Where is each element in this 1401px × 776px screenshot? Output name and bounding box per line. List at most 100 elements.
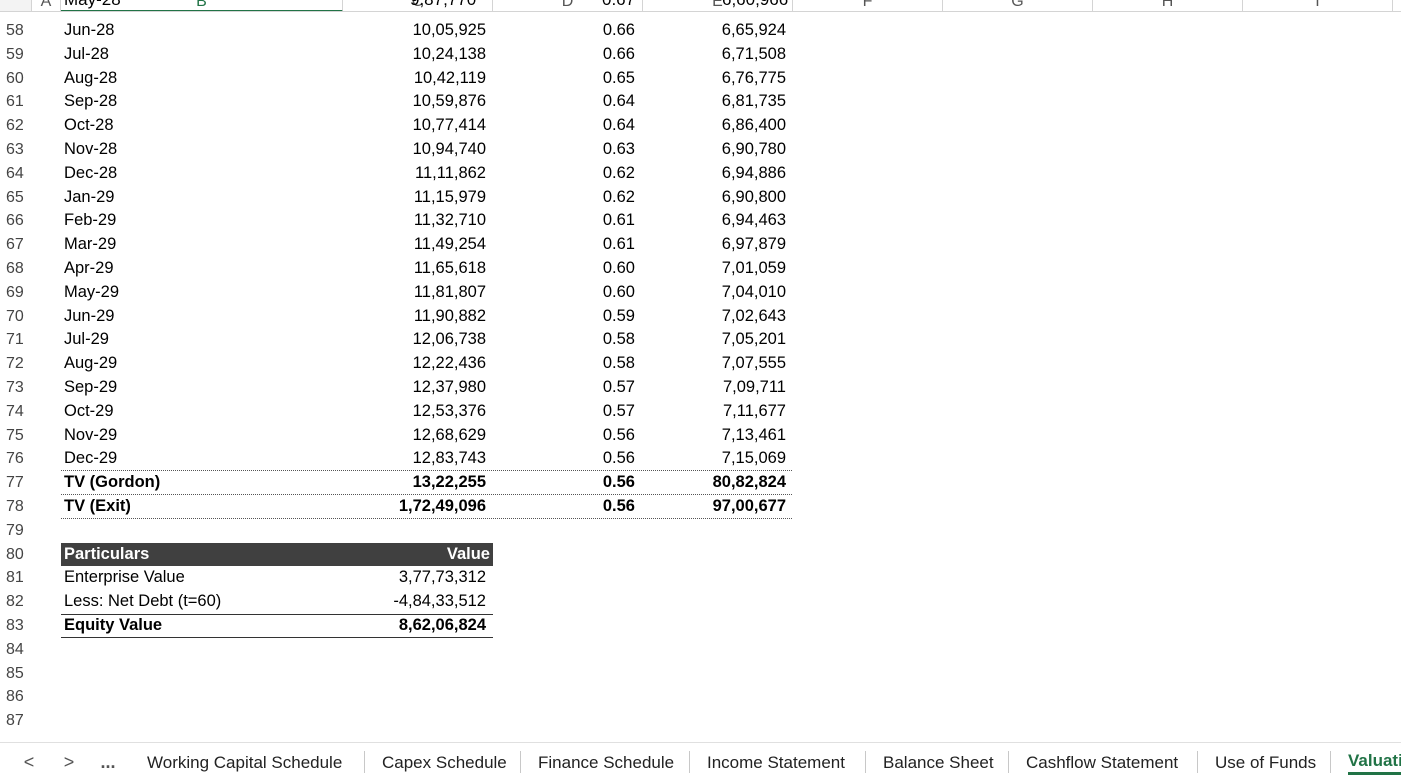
cell-e[interactable]: 7,02,643 bbox=[643, 305, 786, 329]
row-number[interactable]: 79 bbox=[0, 519, 32, 543]
row-number[interactable]: 69 bbox=[0, 281, 32, 305]
row-number[interactable]: 72 bbox=[0, 352, 32, 376]
row-number[interactable]: 74 bbox=[0, 400, 32, 424]
cell-b[interactable]: Dec-29 bbox=[64, 447, 344, 471]
cell-d[interactable]: 0.57 bbox=[493, 400, 635, 424]
cell-b[interactable]: Jun-28 bbox=[64, 19, 344, 43]
cell-d[interactable]: 0.64 bbox=[493, 114, 635, 138]
row-number[interactable]: 77 bbox=[0, 471, 32, 495]
row-number[interactable]: 59 bbox=[0, 43, 32, 67]
next-sheet-button[interactable]: > bbox=[58, 751, 80, 773]
row-number[interactable]: 86 bbox=[0, 685, 32, 709]
cell-e[interactable]: 6,90,800 bbox=[643, 186, 786, 210]
cell-b[interactable]: Oct-28 bbox=[64, 114, 344, 138]
cell-c[interactable]: 12,37,980 bbox=[344, 376, 486, 400]
cell-c[interactable]: 11,49,254 bbox=[344, 233, 486, 257]
summary-value[interactable]: 3,77,73,312 bbox=[344, 566, 486, 590]
cell-b[interactable]: Sep-29 bbox=[64, 376, 344, 400]
cell-d[interactable]: 0.64 bbox=[493, 90, 635, 114]
cell-e[interactable]: 6,97,879 bbox=[643, 233, 786, 257]
cell-d[interactable]: 0.62 bbox=[493, 186, 635, 210]
row-number[interactable]: 85 bbox=[0, 662, 32, 686]
row-number[interactable]: 65 bbox=[0, 186, 32, 210]
cell-e[interactable]: 6,94,886 bbox=[643, 162, 786, 186]
cell-c[interactable]: 10,94,740 bbox=[344, 138, 486, 162]
cell-d[interactable]: 0.60 bbox=[493, 281, 635, 305]
cell-e[interactable]: 7,07,555 bbox=[643, 352, 786, 376]
partial-cell-b[interactable]: May-28 bbox=[64, 0, 121, 10]
partial-cell-d[interactable]: 0.67 bbox=[602, 0, 635, 10]
cell-b[interactable]: Dec-28 bbox=[64, 162, 344, 186]
cell-b[interactable]: Jul-28 bbox=[64, 43, 344, 67]
cell-e[interactable]: 7,15,069 bbox=[643, 447, 786, 471]
prev-sheet-button[interactable]: < bbox=[18, 751, 40, 773]
cell-c[interactable]: 10,05,925 bbox=[344, 19, 486, 43]
cell-b[interactable]: Jul-29 bbox=[64, 328, 344, 352]
cell-e[interactable]: 6,90,780 bbox=[643, 138, 786, 162]
partial-cell-e[interactable]: 6,60,966 bbox=[722, 0, 788, 10]
cell-e[interactable]: 6,86,400 bbox=[643, 114, 786, 138]
cell-e[interactable]: 7,13,461 bbox=[643, 424, 786, 448]
cell-e[interactable]: 80,82,824 bbox=[643, 471, 786, 495]
cell-b[interactable]: Oct-29 bbox=[64, 400, 344, 424]
cell-c[interactable]: 11,65,618 bbox=[344, 257, 486, 281]
cell-e[interactable]: 6,65,924 bbox=[643, 19, 786, 43]
sheet-tab[interactable]: Balance Sheet bbox=[883, 743, 994, 776]
row-number[interactable]: 71 bbox=[0, 328, 32, 352]
row-number[interactable]: 81 bbox=[0, 566, 32, 590]
cell-b[interactable]: Feb-29 bbox=[64, 209, 344, 233]
cell-e[interactable]: 7,04,010 bbox=[643, 281, 786, 305]
cell-d[interactable]: 0.58 bbox=[493, 352, 635, 376]
cell-e[interactable]: 6,81,735 bbox=[643, 90, 786, 114]
row-number[interactable]: 82 bbox=[0, 590, 32, 614]
cell-b[interactable]: Nov-29 bbox=[64, 424, 344, 448]
row-number[interactable]: 80 bbox=[0, 543, 32, 567]
column-header-i[interactable]: I bbox=[1243, 0, 1393, 11]
cell-d[interactable]: 0.58 bbox=[493, 328, 635, 352]
cell-c[interactable]: 12,53,376 bbox=[344, 400, 486, 424]
cell-c[interactable]: 12,83,743 bbox=[344, 447, 486, 471]
cell-e[interactable]: 6,71,508 bbox=[643, 43, 786, 67]
row-number[interactable]: 67 bbox=[0, 233, 32, 257]
row-number[interactable]: 62 bbox=[0, 114, 32, 138]
cell-c[interactable]: 12,06,738 bbox=[344, 328, 486, 352]
column-header-g[interactable]: G bbox=[943, 0, 1093, 11]
cell-b[interactable]: Jan-29 bbox=[64, 186, 344, 210]
cell-d[interactable]: 0.56 bbox=[493, 495, 635, 519]
cell-c[interactable]: 10,24,138 bbox=[344, 43, 486, 67]
cell-e[interactable]: 7,09,711 bbox=[643, 376, 786, 400]
cell-c[interactable]: 11,11,862 bbox=[344, 162, 486, 186]
row-number[interactable]: 83 bbox=[0, 614, 32, 638]
row-number[interactable]: 78 bbox=[0, 495, 32, 519]
row-number[interactable]: 68 bbox=[0, 257, 32, 281]
cell-c[interactable]: 13,22,255 bbox=[344, 471, 486, 495]
cell-b[interactable]: Mar-29 bbox=[64, 233, 344, 257]
cell-b[interactable]: Jun-29 bbox=[64, 305, 344, 329]
cell-d[interactable]: 0.59 bbox=[493, 305, 635, 329]
partial-cell-c[interactable]: 9,87,770 bbox=[410, 0, 476, 10]
summary-header-value[interactable]: Value bbox=[447, 543, 490, 567]
cell-b[interactable]: TV (Exit) bbox=[64, 495, 344, 519]
sheet-tab[interactable]: Income Statement bbox=[707, 743, 849, 776]
cell-e[interactable]: 7,05,201 bbox=[643, 328, 786, 352]
cell-c[interactable]: 11,90,882 bbox=[344, 305, 486, 329]
sheet-tab[interactable]: Cashflow Statement bbox=[1026, 743, 1181, 776]
row-number[interactable]: 60 bbox=[0, 67, 32, 91]
cell-b[interactable]: Apr-29 bbox=[64, 257, 344, 281]
cell-d[interactable]: 0.61 bbox=[493, 209, 635, 233]
cell-c[interactable]: 12,22,436 bbox=[344, 352, 486, 376]
cell-d[interactable]: 0.57 bbox=[493, 376, 635, 400]
cell-c[interactable]: 10,42,119 bbox=[344, 67, 486, 91]
summary-header-label[interactable]: Particulars bbox=[64, 543, 149, 567]
row-number[interactable]: 66 bbox=[0, 209, 32, 233]
cell-e[interactable]: 6,76,775 bbox=[643, 67, 786, 91]
cell-c[interactable]: 10,77,414 bbox=[344, 114, 486, 138]
row-number[interactable]: 64 bbox=[0, 162, 32, 186]
cell-d[interactable]: 0.66 bbox=[493, 19, 635, 43]
cell-d[interactable]: 0.61 bbox=[493, 233, 635, 257]
cell-d[interactable]: 0.56 bbox=[493, 424, 635, 448]
cell-c[interactable]: 12,68,629 bbox=[344, 424, 486, 448]
cell-d[interactable]: 0.56 bbox=[493, 447, 635, 471]
row-number[interactable]: 58 bbox=[0, 19, 32, 43]
summary-value[interactable]: 8,62,06,824 bbox=[344, 614, 486, 638]
